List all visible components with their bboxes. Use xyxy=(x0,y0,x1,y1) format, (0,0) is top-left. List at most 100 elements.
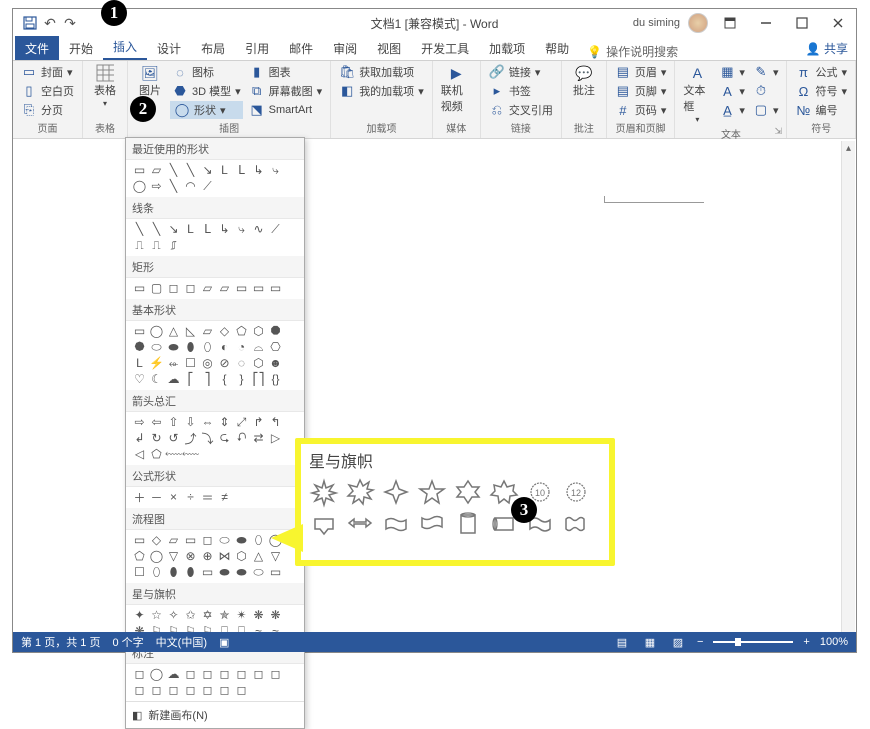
shape-item[interactable]: ◻ xyxy=(183,667,198,681)
shape-item[interactable]: ⟋ xyxy=(268,222,283,236)
minimize-icon[interactable] xyxy=(752,12,780,34)
shape-item[interactable]: ＋ xyxy=(132,490,147,504)
shape-item[interactable]: ⬳ xyxy=(183,447,198,461)
zoom-out-icon[interactable]: − xyxy=(697,636,703,648)
shape-item[interactable]: ▷ xyxy=(268,431,283,445)
shape-item[interactable]: ◻ xyxy=(200,683,215,697)
object-button[interactable]: ▢▾ xyxy=(751,101,781,119)
shape-item[interactable]: ⬡ xyxy=(251,324,266,338)
shape-item[interactable]: ⬡ xyxy=(251,356,266,370)
tab-design[interactable]: 设计 xyxy=(147,36,191,60)
shape-item[interactable]: ◔ xyxy=(234,340,249,354)
shape-item[interactable]: ⤴ xyxy=(183,431,198,445)
shape-item[interactable]: ↳ xyxy=(217,222,232,236)
star-12pt-icon[interactable]: 12 xyxy=(561,478,591,506)
number-button[interactable]: №编号 xyxy=(793,101,849,119)
shape-item[interactable]: ▭ xyxy=(132,324,147,338)
shape-item[interactable]: ⬯ xyxy=(251,533,266,547)
shape-item[interactable]: ⬬ xyxy=(217,565,232,579)
shape-item[interactable]: ⬭ xyxy=(251,565,266,579)
shape-item[interactable]: ◻ xyxy=(166,683,181,697)
shape-item[interactable]: ⎍ xyxy=(132,238,147,252)
shape-item[interactable]: ▭ xyxy=(268,565,283,579)
cross-ref-button[interactable]: ⎌交叉引用 xyxy=(487,101,555,119)
symbol-button[interactable]: Ω符号▾ xyxy=(793,82,849,100)
shape-item[interactable]: ▭ xyxy=(200,565,215,579)
shape-item[interactable]: ▭ xyxy=(183,533,198,547)
status-record-icon[interactable]: ▣ xyxy=(219,636,229,649)
zoom-in-icon[interactable]: + xyxy=(803,636,809,648)
shape-item[interactable]: ▱ xyxy=(217,281,232,295)
shape-item[interactable]: ⇨ xyxy=(132,415,147,429)
shape-item[interactable]: ◻ xyxy=(234,683,249,697)
footer-button[interactable]: ▤页脚▾ xyxy=(613,82,669,100)
shape-item[interactable]: ◻ xyxy=(217,667,232,681)
screenshot-button[interactable]: ⧉屏幕截图▾ xyxy=(247,82,325,100)
shape-item[interactable]: ◠ xyxy=(183,179,198,193)
shape-item[interactable]: ⬬ xyxy=(234,533,249,547)
shape-item[interactable]: ✦ xyxy=(132,608,147,622)
shape-item[interactable]: ◯ xyxy=(149,667,164,681)
shape-item[interactable]: ⬮ xyxy=(183,340,198,354)
shape-item[interactable]: ✧ xyxy=(166,608,181,622)
shape-item[interactable]: ◻ xyxy=(200,533,215,547)
shape-item[interactable]: ◻ xyxy=(132,667,147,681)
header-button[interactable]: ▤页眉▾ xyxy=(613,63,669,81)
shape-item[interactable]: ◇ xyxy=(217,324,232,338)
user-avatar[interactable] xyxy=(688,13,708,33)
shape-item[interactable]: ↰ xyxy=(268,415,283,429)
shape-item[interactable]: ⊕ xyxy=(200,549,215,563)
tab-mailings[interactable]: 邮件 xyxy=(279,36,323,60)
shape-item[interactable]: ⤵ xyxy=(200,431,215,445)
shape-item[interactable]: ◻ xyxy=(217,683,232,697)
shape-item[interactable]: L xyxy=(217,163,232,177)
shape-item[interactable]: ⇄ xyxy=(251,431,266,445)
shape-item[interactable]: L xyxy=(132,356,147,370)
shape-item[interactable]: ☐ xyxy=(132,565,147,579)
shape-item[interactable]: ⬳ xyxy=(166,447,181,461)
shape-item[interactable]: ⯄ xyxy=(132,340,147,354)
blank-page-button[interactable]: ▯空白页 xyxy=(19,82,76,100)
shape-item[interactable]: ✯ xyxy=(217,608,232,622)
star-6pt-icon[interactable] xyxy=(453,478,483,506)
shape-item[interactable]: ☾ xyxy=(149,372,164,386)
tab-addins[interactable]: 加载项 xyxy=(479,36,535,60)
shape-item[interactable]: ▭ xyxy=(234,281,249,295)
shape-item[interactable]: ☁ xyxy=(166,667,181,681)
shape-item[interactable]: ╲ xyxy=(149,222,164,236)
shapes-button[interactable]: ◯形状▾ xyxy=(170,101,243,119)
shape-item[interactable]: ◌ xyxy=(234,356,249,370)
shape-item[interactable]: ↘ xyxy=(166,222,181,236)
table-button[interactable]: 表格▾ xyxy=(89,63,121,120)
shape-item[interactable]: ◻ xyxy=(183,281,198,295)
shape-item[interactable]: ╲ xyxy=(183,163,198,177)
shape-item[interactable]: } xyxy=(234,372,249,386)
date-button[interactable]: ⏱ xyxy=(751,82,781,100)
undo-icon[interactable]: ↶ xyxy=(41,14,59,32)
tab-insert[interactable]: 插入 xyxy=(103,34,147,60)
tab-developer[interactable]: 开发工具 xyxy=(411,36,479,60)
status-language[interactable]: 中文(中国) xyxy=(156,634,207,650)
shape-item[interactable]: ▭ xyxy=(132,281,147,295)
shape-item[interactable]: {} xyxy=(268,372,283,386)
shape-item[interactable]: ⬬ xyxy=(234,565,249,579)
chart-button[interactable]: ▮图表 xyxy=(247,63,325,81)
shape-item[interactable]: ↘ xyxy=(200,163,215,177)
shape-item[interactable]: × xyxy=(166,490,181,504)
shape-item[interactable]: ⬰ xyxy=(166,356,181,370)
shape-item[interactable]: ☆ xyxy=(149,608,164,622)
shape-item[interactable]: ☻ xyxy=(268,356,283,370)
shape-item[interactable]: ◯ xyxy=(149,549,164,563)
textbox-button[interactable]: A文本框▾ xyxy=(681,63,713,126)
shape-item[interactable]: ◻ xyxy=(268,667,283,681)
shape-item[interactable]: ⎡ xyxy=(183,372,198,386)
view-read-icon[interactable]: ▤ xyxy=(613,635,631,649)
shape-item[interactable]: ✩ xyxy=(183,608,198,622)
shape-item[interactable]: ◻ xyxy=(200,667,215,681)
shape-item[interactable]: ⌓ xyxy=(251,340,266,354)
shape-item[interactable]: ❋ xyxy=(251,608,266,622)
my-addins-button[interactable]: ◧我的加载项▾ xyxy=(337,82,426,100)
shape-item[interactable]: ∿ xyxy=(251,222,266,236)
quick-parts-button[interactable]: ▦▾ xyxy=(717,63,747,81)
shape-item[interactable]: ÷ xyxy=(183,490,198,504)
